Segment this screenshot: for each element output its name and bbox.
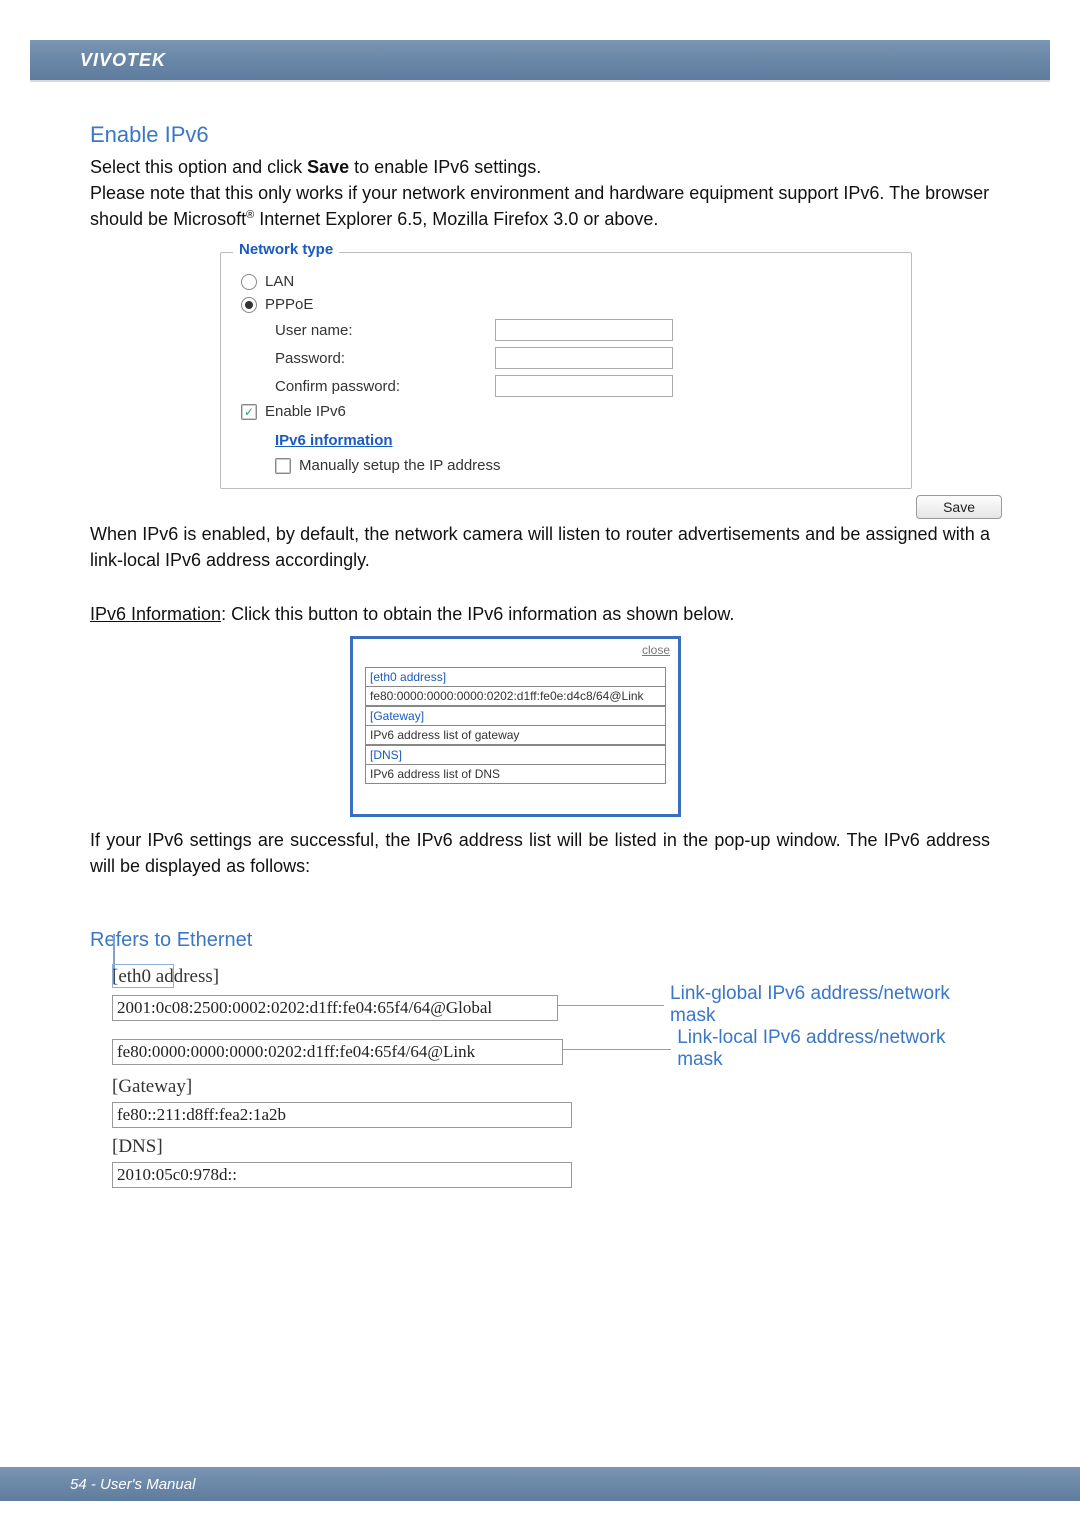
after-popup-para: If your IPv6 settings are successful, th… (90, 827, 990, 879)
footer-band: 54 - User's Manual (0, 1467, 1080, 1501)
popup-eth0-header: [eth0 address] (365, 667, 666, 687)
popup-eth0-value: fe80:0000:0000:0000:0202:d1ff:fe0e:d4c8/… (365, 687, 666, 706)
radio-lan-label: LAN (265, 273, 294, 290)
save-button[interactable]: Save (916, 495, 1002, 519)
intro-save-word: Save (307, 157, 349, 177)
radio-lan[interactable] (241, 274, 257, 290)
ethernet-callout-line (113, 934, 115, 970)
section-title-enable-ipv6: Enable IPv6 (90, 122, 990, 148)
manual-ip-label: Manually setup the IP address (299, 457, 501, 474)
popup-dns-header: [DNS] (365, 745, 666, 765)
password-label: Password: (275, 350, 495, 367)
intro-paragraph-1: Select this option and click Save to ena… (90, 154, 990, 180)
annotation-local-label: Link-local IPv6 address/network mask (677, 1027, 990, 1071)
registered-symbol: ® (246, 209, 254, 221)
intro-paragraph-2: Please note that this only works if your… (90, 180, 990, 232)
enable-ipv6-row[interactable]: ✓ Enable IPv6 (241, 403, 891, 420)
intro-text-a: Select this option and click (90, 157, 307, 177)
enable-ipv6-label: Enable IPv6 (265, 403, 346, 420)
annotation-global-label: Link-global IPv6 address/network mask (670, 983, 990, 1027)
annotation-line-global (558, 1005, 664, 1006)
header-band: VIVOTEK (30, 40, 1050, 82)
intro2-b: Internet Explorer 6.5, Mozilla Firefox 3… (254, 209, 658, 229)
gateway-address: fe80::211:d8ff:fea2:1a2b (112, 1102, 572, 1128)
popup-dns-value: IPv6 address list of DNS (365, 765, 666, 784)
popup-gateway-value: IPv6 address list of gateway (365, 726, 666, 745)
radio-pppoe[interactable] (241, 297, 257, 313)
username-input[interactable] (495, 319, 673, 341)
enable-ipv6-checkbox[interactable]: ✓ (241, 404, 257, 420)
username-label: User name: (275, 322, 495, 339)
ipv6-popup: close [eth0 address] fe80:0000:0000:0000… (350, 636, 681, 817)
popup-gateway-header: [Gateway] (365, 706, 666, 726)
confirm-label: Confirm password: (275, 378, 495, 395)
popup-close-link[interactable]: close (642, 643, 670, 657)
annotation-line-local (563, 1049, 671, 1050)
confirm-input[interactable] (495, 375, 673, 397)
ipv6-information-underline: IPv6 Information (90, 604, 221, 624)
panel-legend: Network type (233, 241, 339, 258)
radio-lan-row[interactable]: LAN (241, 273, 891, 290)
manual-ip-row[interactable]: Manually setup the IP address (275, 457, 891, 474)
confirm-row: Confirm password: (275, 375, 891, 397)
radio-pppoe-label: PPPoE (265, 296, 313, 313)
password-row: Password: (275, 347, 891, 369)
intro-text-b: to enable IPv6 settings. (349, 157, 541, 177)
gateway-label: [Gateway] (112, 1076, 990, 1098)
manual-ip-checkbox[interactable] (275, 458, 291, 474)
radio-pppoe-row[interactable]: PPPoE (241, 296, 891, 313)
eth0-global-address: 2001:0c08:2500:0002:0202:d1ff:fe04:65f4/… (112, 995, 558, 1021)
refers-to-ethernet-title: Refers to Ethernet (90, 929, 990, 952)
dns-address: 2010:05c0:978d:: (112, 1162, 572, 1188)
dns-label: [DNS] (112, 1136, 990, 1158)
password-input[interactable] (495, 347, 673, 369)
username-row: User name: (275, 319, 891, 341)
network-type-panel: Network type LAN PPPoE User name: Passwo… (220, 252, 912, 489)
brand-logo: VIVOTEK (80, 50, 166, 71)
ipv6-information-link[interactable]: IPv6 information (275, 432, 393, 449)
eth0-link-address: fe80:0000:0000:0000:0202:d1ff:fe04:65f4/… (112, 1039, 563, 1065)
after-panel-para2: IPv6 Information: Click this button to o… (90, 601, 990, 627)
after-panel-para1: When IPv6 is enabled, by default, the ne… (90, 521, 990, 573)
ethernet-block: [eth0 address] 2001:0c08:2500:0002:0202:… (90, 966, 990, 1188)
after-panel-para2b: : Click this button to obtain the IPv6 i… (221, 604, 734, 624)
footer-text: 54 - User's Manual (70, 1476, 195, 1493)
